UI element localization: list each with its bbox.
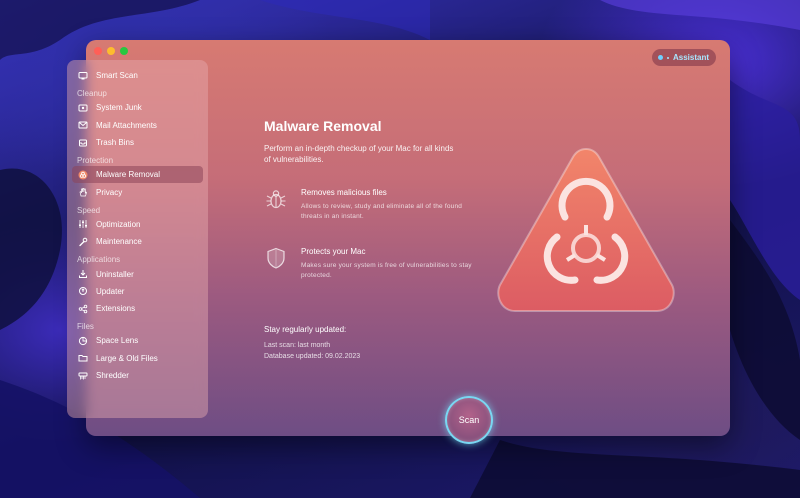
- section-title-speed: Speed: [77, 205, 101, 215]
- sidebar: Smart Scan Cleanup System Junk Mail Atta…: [67, 60, 208, 418]
- section-title-protection: Protection: [77, 156, 114, 166]
- sidebar-item-label: Uninstaller: [96, 269, 134, 279]
- sidebar-item-label: Updater: [96, 286, 125, 296]
- feature-title: Protects your Mac: [301, 247, 366, 256]
- sidebar-item-mail-attachments[interactable]: Mail Attachments: [72, 117, 203, 134]
- sidebar-item-trash-bins[interactable]: Trash Bins: [72, 134, 203, 151]
- shield-icon: [264, 246, 288, 270]
- biohazard-icon: [78, 170, 88, 180]
- monitor-icon: [78, 71, 88, 81]
- sidebar-item-extensions[interactable]: Extensions: [72, 300, 203, 317]
- envelope-icon: [78, 120, 88, 130]
- sidebar-item-label: System Junk: [96, 103, 142, 113]
- section-title-files: Files: [77, 322, 94, 332]
- sidebar-item-maintenance[interactable]: Maintenance: [72, 233, 203, 250]
- sidebar-item-updater[interactable]: Updater: [72, 283, 203, 300]
- update-status: Stay regularly updated: Last scan: last …: [264, 325, 360, 362]
- uninstall-icon: [78, 269, 88, 279]
- folder-icon: [78, 353, 88, 363]
- sidebar-item-label: Shredder: [96, 371, 129, 380]
- sidebar-item-label: Extensions: [96, 304, 136, 314]
- assistant-dot-icon: [657, 55, 663, 60]
- section-title-cleanup: Cleanup: [77, 89, 107, 99]
- trash-icon: [78, 138, 88, 148]
- sidebar-item-smart-scan[interactable]: Smart Scan: [72, 67, 203, 84]
- feature-protects-your-mac: Protects your Mac Makes sure your system…: [264, 246, 494, 281]
- share-icon: [78, 304, 88, 314]
- assistant-label: Assistant: [672, 53, 709, 62]
- sidebar-item-label: Maintenance: [96, 237, 142, 247]
- sidebar-item-label: Smart Scan: [96, 71, 138, 81]
- disk-icon: [78, 103, 88, 113]
- feature-description: Makes sure your system is free of vulner…: [301, 262, 472, 279]
- sidebar-item-label: Large & Old Files: [96, 353, 158, 363]
- hand-icon: [78, 187, 88, 197]
- page-description: Perform an in-depth checkup of your Mac …: [264, 144, 454, 164]
- feature-removes-malicious-files: Removes malicious files Allows to review…: [264, 187, 494, 222]
- scan-button[interactable]: Scan: [445, 396, 493, 444]
- feature-title: Removes malicious files: [301, 188, 387, 197]
- assistant-button[interactable]: Assistant: [651, 49, 716, 66]
- sidebar-item-uninstaller[interactable]: Uninstaller: [72, 265, 203, 282]
- sidebar-item-label: Space Lens: [96, 336, 139, 346]
- section-title-applications: Applications: [77, 255, 121, 265]
- sidebar-item-shredder[interactable]: Shredder: [72, 367, 203, 384]
- update-status-title: Stay regularly updated:: [264, 325, 347, 334]
- shredder-icon: [78, 371, 88, 381]
- sidebar-item-large-old-files[interactable]: Large & Old Files: [72, 350, 203, 367]
- database-updated-text: Database updated: 09.02.2023: [264, 353, 361, 360]
- minimize-window-button[interactable]: [107, 47, 115, 55]
- window-controls: [94, 47, 128, 55]
- page-title: Malware Removal: [264, 118, 382, 134]
- sidebar-item-system-junk[interactable]: System Junk: [72, 99, 203, 116]
- update-icon: [78, 286, 88, 296]
- sidebar-item-label: Trash Bins: [96, 138, 134, 148]
- sidebar-item-label: Optimization: [96, 219, 141, 229]
- lens-icon: [78, 336, 88, 346]
- zoom-window-button[interactable]: [120, 47, 128, 55]
- sidebar-item-malware-removal[interactable]: Malware Removal: [72, 166, 203, 184]
- feature-description: Allows to review, study and eliminate al…: [301, 203, 463, 220]
- sliders-icon: [78, 219, 88, 229]
- close-window-button[interactable]: [94, 47, 102, 55]
- wrench-icon: [78, 237, 88, 247]
- sidebar-item-label: Privacy: [96, 187, 123, 197]
- sidebar-item-space-lens[interactable]: Space Lens: [72, 332, 203, 349]
- assistant-small-dot-icon: [666, 56, 669, 59]
- sidebar-item-label: Mail Attachments: [96, 120, 157, 130]
- sidebar-item-optimization[interactable]: Optimization: [72, 216, 203, 233]
- sidebar-item-label: Malware Removal: [96, 170, 161, 180]
- biohazard-hero-icon: [495, 145, 677, 315]
- bug-icon: [264, 187, 288, 211]
- main-header: Malware Removal Perform an in-depth chec…: [264, 118, 484, 165]
- last-scan-text: Last scan: last month: [264, 342, 331, 349]
- sidebar-item-privacy[interactable]: Privacy: [72, 183, 203, 200]
